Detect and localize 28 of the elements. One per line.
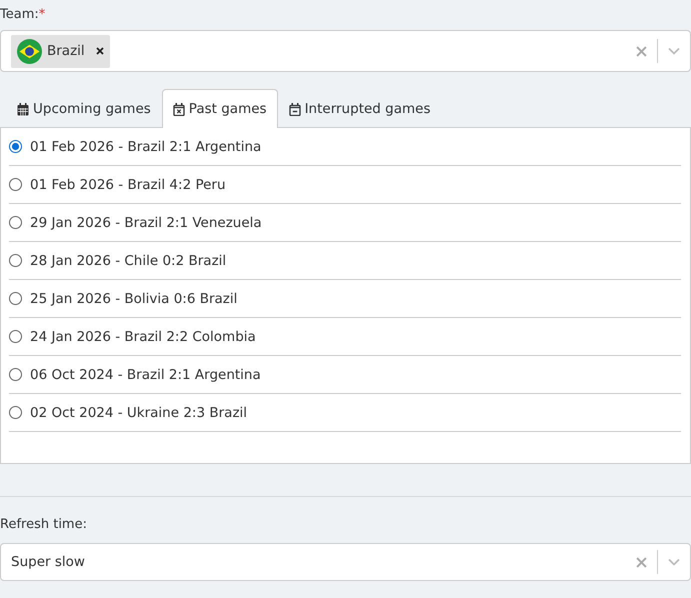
- team-chip[interactable]: Brazil: [11, 34, 110, 68]
- radio-button[interactable]: [9, 254, 22, 267]
- game-label[interactable]: 01 Feb 2026 - Brazil 2:1 Argentina: [30, 138, 262, 154]
- game-label[interactable]: 02 Oct 2024 - Ukraine 2:3 Brazil: [30, 404, 248, 420]
- radio-button[interactable]: [9, 216, 22, 229]
- game-label[interactable]: 06 Oct 2024 - Brazil 2:1 Argentina: [30, 366, 261, 382]
- remove-icon[interactable]: [96, 47, 104, 55]
- game-label[interactable]: 28 Jan 2026 - Chile 0:2 Brazil: [30, 252, 226, 268]
- radio-button[interactable]: [9, 140, 22, 153]
- radio-button[interactable]: [9, 178, 22, 191]
- calendar-x-icon: [172, 102, 185, 116]
- game-label[interactable]: 29 Jan 2026 - Brazil 2:1 Venezuela: [30, 214, 262, 230]
- radio-button[interactable]: [9, 292, 22, 305]
- flag-icon: [17, 38, 42, 64]
- game-label[interactable]: 24 Jan 2026 - Brazil 2:2 Colombia: [30, 328, 256, 344]
- radio-button[interactable]: [9, 406, 22, 419]
- radio-button[interactable]: [9, 368, 22, 381]
- game-label[interactable]: 25 Jan 2026 - Bolivia 0:6 Brazil: [30, 290, 238, 306]
- radio-button[interactable]: [9, 330, 22, 343]
- calendar-icon: [17, 102, 29, 116]
- tab[interactable]: Past games: [162, 89, 278, 128]
- calendar-minus-icon: [288, 102, 301, 116]
- field-label: Team:*: [0, 6, 46, 24]
- tab[interactable]: Interrupted games: [278, 89, 442, 128]
- required-mark: *: [38, 7, 46, 22]
- team-select[interactable]: Brazil: [0, 30, 691, 72]
- game-label[interactable]: 01 Feb 2026 - Brazil 4:2 Peru: [30, 176, 226, 192]
- field-label: Refresh time:: [0, 516, 88, 534]
